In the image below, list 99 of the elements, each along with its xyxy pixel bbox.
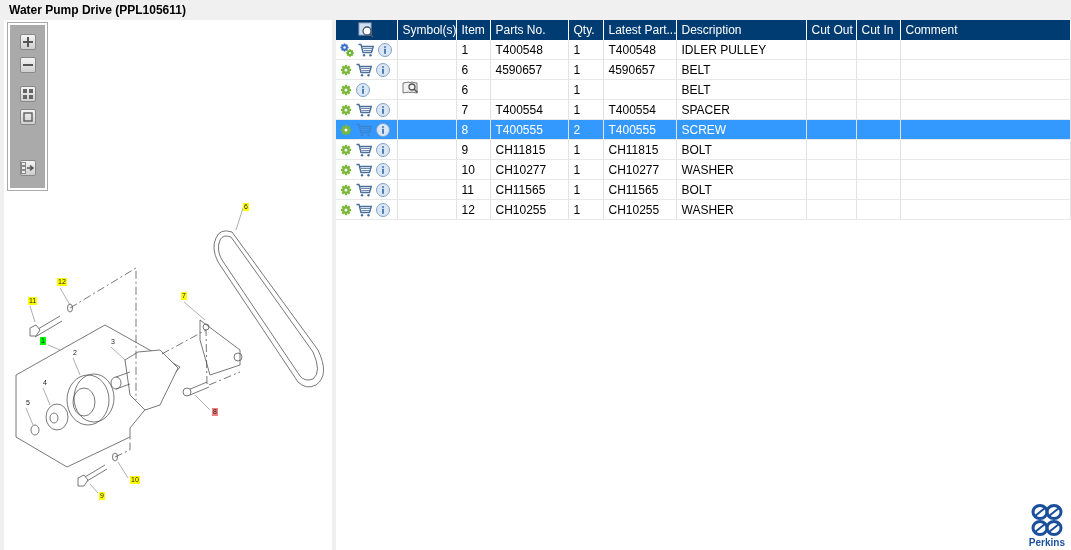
gear-icon[interactable] (340, 63, 352, 76)
table-cell: T400555 (603, 119, 676, 140)
table-cell: 1 (568, 79, 603, 100)
table-cell: 7 (456, 99, 490, 120)
grid-icon (21, 88, 34, 100)
table-row[interactable]: 11 CH11565 1 CH11565 BOLT (336, 179, 1071, 200)
gear-icon[interactable] (340, 83, 352, 96)
info-icon[interactable] (376, 102, 390, 117)
cart-icon[interactable] (358, 42, 374, 57)
table-row[interactable]: 10 CH10277 1 CH10277 WASHER (336, 159, 1071, 180)
table-cell: WASHER (676, 159, 806, 180)
table-row[interactable]: 7 T400554 1 T400554 SPACER (336, 99, 1071, 120)
table-cell: BOLT (676, 139, 806, 160)
table-cell: CH10277 (603, 159, 676, 180)
column-header[interactable]: Qty. (568, 20, 603, 40)
table-cell: WASHER (676, 199, 806, 220)
table-cell: 2 (568, 119, 603, 140)
table-cell: CH11815 (490, 139, 568, 160)
cart-icon[interactable] (356, 62, 372, 77)
list-arrow-icon (20, 162, 35, 174)
column-header[interactable]: Symbol(s) (397, 20, 456, 40)
logo-mark-icon (1029, 503, 1064, 537)
cart-icon[interactable] (356, 102, 372, 117)
table-cell: T400548 (603, 40, 676, 60)
gear-icon[interactable] (340, 143, 352, 156)
page-title: Water Pump Drive (PPL105611) (9, 3, 186, 17)
table-cell: 11 (456, 179, 490, 200)
gear-icon[interactable] (340, 163, 352, 176)
square-icon (21, 111, 34, 123)
table-search-icon[interactable] (358, 22, 375, 38)
table-row[interactable]: 1 T400548 1 T400548 IDLER PULLEY (336, 40, 1071, 60)
info-icon[interactable] (376, 162, 390, 177)
cart-icon[interactable] (356, 182, 372, 197)
column-header[interactable]: Description (676, 20, 806, 40)
table-cell: CH10277 (490, 159, 568, 180)
plus-icon (21, 36, 34, 48)
brand-name: Perkins (1028, 537, 1065, 548)
table-cell: BELT (676, 79, 806, 100)
table-row[interactable]: 12 CH10255 1 CH10255 WASHER (336, 199, 1071, 220)
table-cell: 12 (456, 199, 490, 220)
fit-grid-button[interactable] (19, 86, 36, 102)
table-cell: 10 (456, 159, 490, 180)
table-cell: T400555 (490, 119, 568, 140)
info-icon[interactable] (378, 42, 392, 57)
table-cell: 6 (456, 79, 490, 100)
table-cell: IDLER PULLEY (676, 40, 806, 60)
table-row[interactable]: 6 4590657 1 4590657 BELT (336, 59, 1071, 80)
table-cell: 9 (456, 139, 490, 160)
info-icon[interactable] (376, 142, 390, 157)
cart-icon[interactable] (356, 202, 372, 217)
gear-icon[interactable] (340, 103, 352, 116)
cart-icon[interactable] (356, 162, 372, 177)
table-cell: T400548 (490, 40, 568, 60)
table-cell: 4590657 (603, 59, 676, 80)
table-cell: 1 (568, 139, 603, 160)
table-cell: 1 (568, 99, 603, 120)
table-cell: SPACER (676, 99, 806, 120)
table-cell: BOLT (676, 179, 806, 200)
table-row[interactable]: 9 CH11815 1 CH11815 BOLT (336, 139, 1071, 160)
zoom-in-button[interactable] (19, 34, 36, 50)
info-icon[interactable] (376, 62, 390, 77)
table-cell: 6 (456, 59, 490, 80)
book-magnifier-icon[interactable] (401, 81, 419, 95)
cart-icon[interactable] (356, 142, 372, 157)
table-cell: 1 (568, 159, 603, 180)
table-cell: CH11565 (603, 179, 676, 200)
column-header[interactable]: Comment (900, 20, 1071, 40)
column-header[interactable]: Cut In (856, 20, 900, 40)
table-cell: CH11815 (603, 139, 676, 160)
table-cell: SCREW (676, 119, 806, 140)
column-header[interactable]: Cut Out (806, 20, 856, 40)
table-cell: 8 (456, 119, 490, 140)
zoom-out-button[interactable] (19, 57, 36, 73)
column-header[interactable]: Latest Part... (603, 20, 676, 40)
table-cell: 4590657 (490, 59, 568, 80)
table-cell: 1 (456, 40, 490, 60)
info-icon[interactable] (356, 82, 370, 97)
info-icon[interactable] (376, 122, 390, 137)
gear-icon[interactable] (340, 183, 352, 196)
info-icon[interactable] (376, 202, 390, 217)
column-header[interactable]: Parts No. (490, 20, 568, 40)
table-cell: BELT (676, 59, 806, 80)
table-row[interactable]: 6 1 BELT (336, 79, 1071, 100)
table-cell: 1 (568, 199, 603, 220)
gears-icon[interactable] (340, 42, 354, 57)
table-cell: CH11565 (490, 179, 568, 200)
gear-icon[interactable] (340, 203, 352, 216)
table-cell: CH10255 (603, 199, 676, 220)
actual-size-button[interactable] (19, 109, 36, 125)
gear-icon[interactable] (340, 123, 352, 136)
table-cell: T400554 (490, 99, 568, 120)
collapse-panel-button[interactable] (19, 160, 36, 176)
table-cell: 1 (568, 179, 603, 200)
table-cell: 1 (568, 40, 603, 60)
table-cell: 1 (568, 59, 603, 80)
column-header[interactable]: Item (456, 20, 490, 40)
table-cell: CH10255 (490, 199, 568, 220)
table-cell: T400554 (603, 99, 676, 120)
info-icon[interactable] (376, 182, 390, 197)
